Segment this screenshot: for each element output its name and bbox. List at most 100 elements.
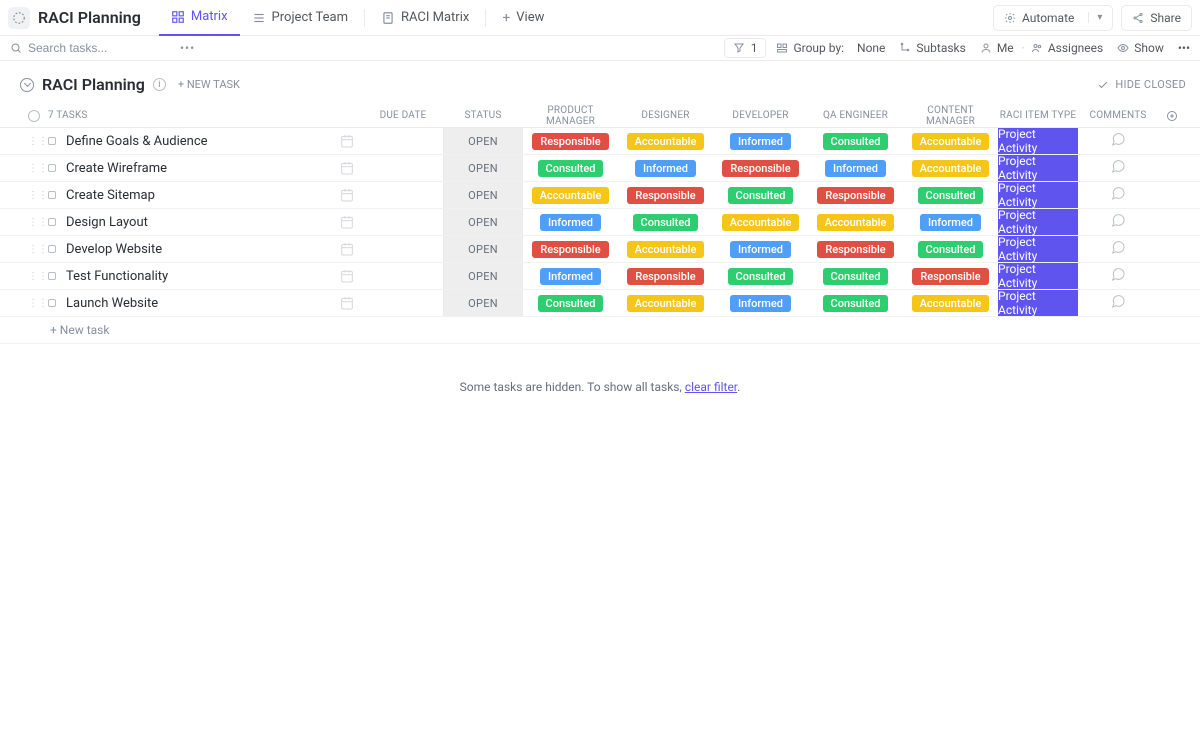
cell-c-pm[interactable]: Informed	[523, 209, 618, 235]
cell-task-name[interactable]: ⋮⋮ Create Sitemap	[0, 182, 363, 208]
drag-handle-icon[interactable]: ⋮⋮	[28, 298, 38, 309]
calendar-icon[interactable]	[339, 133, 355, 149]
cell-due-date[interactable]	[363, 209, 443, 235]
calendar-icon[interactable]	[339, 214, 355, 230]
new-task-header-button[interactable]: + NEW TASK	[178, 78, 240, 91]
cell-raci-type[interactable]: Project Activity	[998, 209, 1078, 235]
column-header-cm[interactable]: CONTENT MANAGER	[903, 105, 998, 127]
cell-c-cm[interactable]: Accountable	[903, 128, 998, 154]
column-header-tasks[interactable]: 7 TASKS	[48, 110, 363, 121]
table-row[interactable]: ⋮⋮ Design Layout OPEN Informed Consulted…	[0, 209, 1200, 236]
cell-comments[interactable]	[1078, 182, 1158, 208]
cell-comments[interactable]	[1078, 236, 1158, 262]
share-button[interactable]: Share	[1121, 5, 1192, 31]
cell-c-dev[interactable]: Consulted	[713, 263, 808, 289]
info-icon[interactable]: i	[153, 78, 166, 91]
status-dot[interactable]	[48, 191, 56, 199]
cell-c-design[interactable]: Responsible	[618, 182, 713, 208]
cell-raci-type[interactable]: Project Activity	[998, 263, 1078, 289]
search-more-icon[interactable]: •••	[180, 41, 195, 55]
status-dot[interactable]	[48, 137, 56, 145]
column-header-developer[interactable]: DEVELOPER	[713, 110, 808, 121]
tab-raci-matrix[interactable]: RACI Matrix	[369, 0, 481, 36]
cell-c-design[interactable]: Accountable	[618, 236, 713, 262]
drag-handle-icon[interactable]: ⋮⋮	[28, 136, 38, 147]
cell-raci-type[interactable]: Project Activity	[998, 128, 1078, 154]
status-dot[interactable]	[48, 272, 56, 280]
cell-due-date[interactable]	[363, 236, 443, 262]
cell-c-dev[interactable]: Informed	[713, 290, 808, 316]
table-row[interactable]: ⋮⋮ Test Functionality OPEN Informed Resp…	[0, 263, 1200, 290]
cell-c-dev[interactable]: Accountable	[713, 209, 808, 235]
drag-handle-icon[interactable]: ⋮⋮	[28, 244, 38, 255]
drag-handle-icon[interactable]: ⋮⋮	[28, 190, 38, 201]
cell-c-dev[interactable]: Informed	[713, 236, 808, 262]
cell-task-name[interactable]: ⋮⋮ Launch Website	[0, 290, 363, 316]
collapse-toggle[interactable]	[20, 78, 34, 92]
column-header-pm[interactable]: PRODUCT MANAGER	[523, 105, 618, 127]
cell-task-name[interactable]: ⋮⋮ Develop Website	[0, 236, 363, 262]
cell-due-date[interactable]	[363, 263, 443, 289]
table-row[interactable]: ⋮⋮ Launch Website OPEN Consulted Account…	[0, 290, 1200, 317]
cell-c-qa[interactable]: Responsible	[808, 236, 903, 262]
cell-c-qa[interactable]: Accountable	[808, 209, 903, 235]
column-header-comments[interactable]: COMMENTS	[1078, 110, 1158, 121]
cell-due-date[interactable]	[363, 290, 443, 316]
status-dot[interactable]	[48, 164, 56, 172]
status-dot[interactable]	[48, 245, 56, 253]
hide-closed-button[interactable]: HIDE CLOSED	[1097, 78, 1186, 91]
calendar-icon[interactable]	[339, 187, 355, 203]
table-row[interactable]: ⋮⋮ Define Goals & Audience OPEN Responsi…	[0, 128, 1200, 155]
cell-c-cm[interactable]: Responsible	[903, 263, 998, 289]
column-header-designer[interactable]: DESIGNER	[618, 110, 713, 121]
cell-comments[interactable]	[1078, 209, 1158, 235]
cell-c-qa[interactable]: Consulted	[808, 128, 903, 154]
calendar-icon[interactable]	[339, 241, 355, 257]
cell-c-design[interactable]: Accountable	[618, 128, 713, 154]
drag-handle-icon[interactable]: ⋮⋮	[28, 217, 38, 228]
cell-c-cm[interactable]: Consulted	[903, 236, 998, 262]
cell-comments[interactable]	[1078, 290, 1158, 316]
filter-count-pill[interactable]: 1	[724, 38, 767, 58]
cell-c-qa[interactable]: Responsible	[808, 182, 903, 208]
cell-c-qa[interactable]: Consulted	[808, 263, 903, 289]
cell-c-dev[interactable]: Responsible	[713, 155, 808, 181]
table-row[interactable]: ⋮⋮ Create Wireframe OPEN Consulted Infor…	[0, 155, 1200, 182]
select-all-toggle[interactable]	[28, 110, 40, 122]
cell-c-design[interactable]: Consulted	[618, 209, 713, 235]
column-header-due[interactable]: DUE DATE	[363, 110, 443, 121]
cell-status[interactable]: OPEN	[443, 209, 523, 235]
toolbar-more-icon[interactable]: •••	[1178, 41, 1190, 55]
cell-c-dev[interactable]: Informed	[713, 128, 808, 154]
cell-c-pm[interactable]: Responsible	[523, 236, 618, 262]
cell-status[interactable]: OPEN	[443, 155, 523, 181]
space-name[interactable]: RACI Planning	[38, 8, 141, 27]
add-column-button[interactable]	[1158, 110, 1186, 122]
chevron-down-icon[interactable]: ▾	[1088, 12, 1102, 23]
cell-status[interactable]: OPEN	[443, 182, 523, 208]
cell-c-design[interactable]: Responsible	[618, 263, 713, 289]
group-by-button[interactable]: Group by: None	[776, 41, 885, 55]
cell-comments[interactable]	[1078, 128, 1158, 154]
cell-status[interactable]: OPEN	[443, 128, 523, 154]
drag-handle-icon[interactable]: ⋮⋮	[28, 271, 38, 282]
cell-c-cm[interactable]: Accountable	[903, 290, 998, 316]
status-dot[interactable]	[48, 218, 56, 226]
cell-c-dev[interactable]: Consulted	[713, 182, 808, 208]
cell-c-pm[interactable]: Consulted	[523, 290, 618, 316]
space-icon[interactable]	[8, 7, 30, 29]
column-header-qa[interactable]: QA ENGINEER	[808, 110, 903, 121]
tab-project-team[interactable]: Project Team	[240, 0, 360, 36]
cell-raci-type[interactable]: Project Activity	[998, 182, 1078, 208]
cell-due-date[interactable]	[363, 128, 443, 154]
cell-c-cm[interactable]: Consulted	[903, 182, 998, 208]
cell-raci-type[interactable]: Project Activity	[998, 155, 1078, 181]
table-row[interactable]: ⋮⋮ Develop Website OPEN Responsible Acco…	[0, 236, 1200, 263]
add-view-button[interactable]: + View	[490, 0, 556, 36]
cell-raci-type[interactable]: Project Activity	[998, 236, 1078, 262]
cell-c-design[interactable]: Accountable	[618, 290, 713, 316]
automate-button[interactable]: Automate ▾	[993, 5, 1113, 31]
search-input[interactable]	[28, 41, 168, 55]
cell-task-name[interactable]: ⋮⋮ Design Layout	[0, 209, 363, 235]
cell-c-design[interactable]: Informed	[618, 155, 713, 181]
